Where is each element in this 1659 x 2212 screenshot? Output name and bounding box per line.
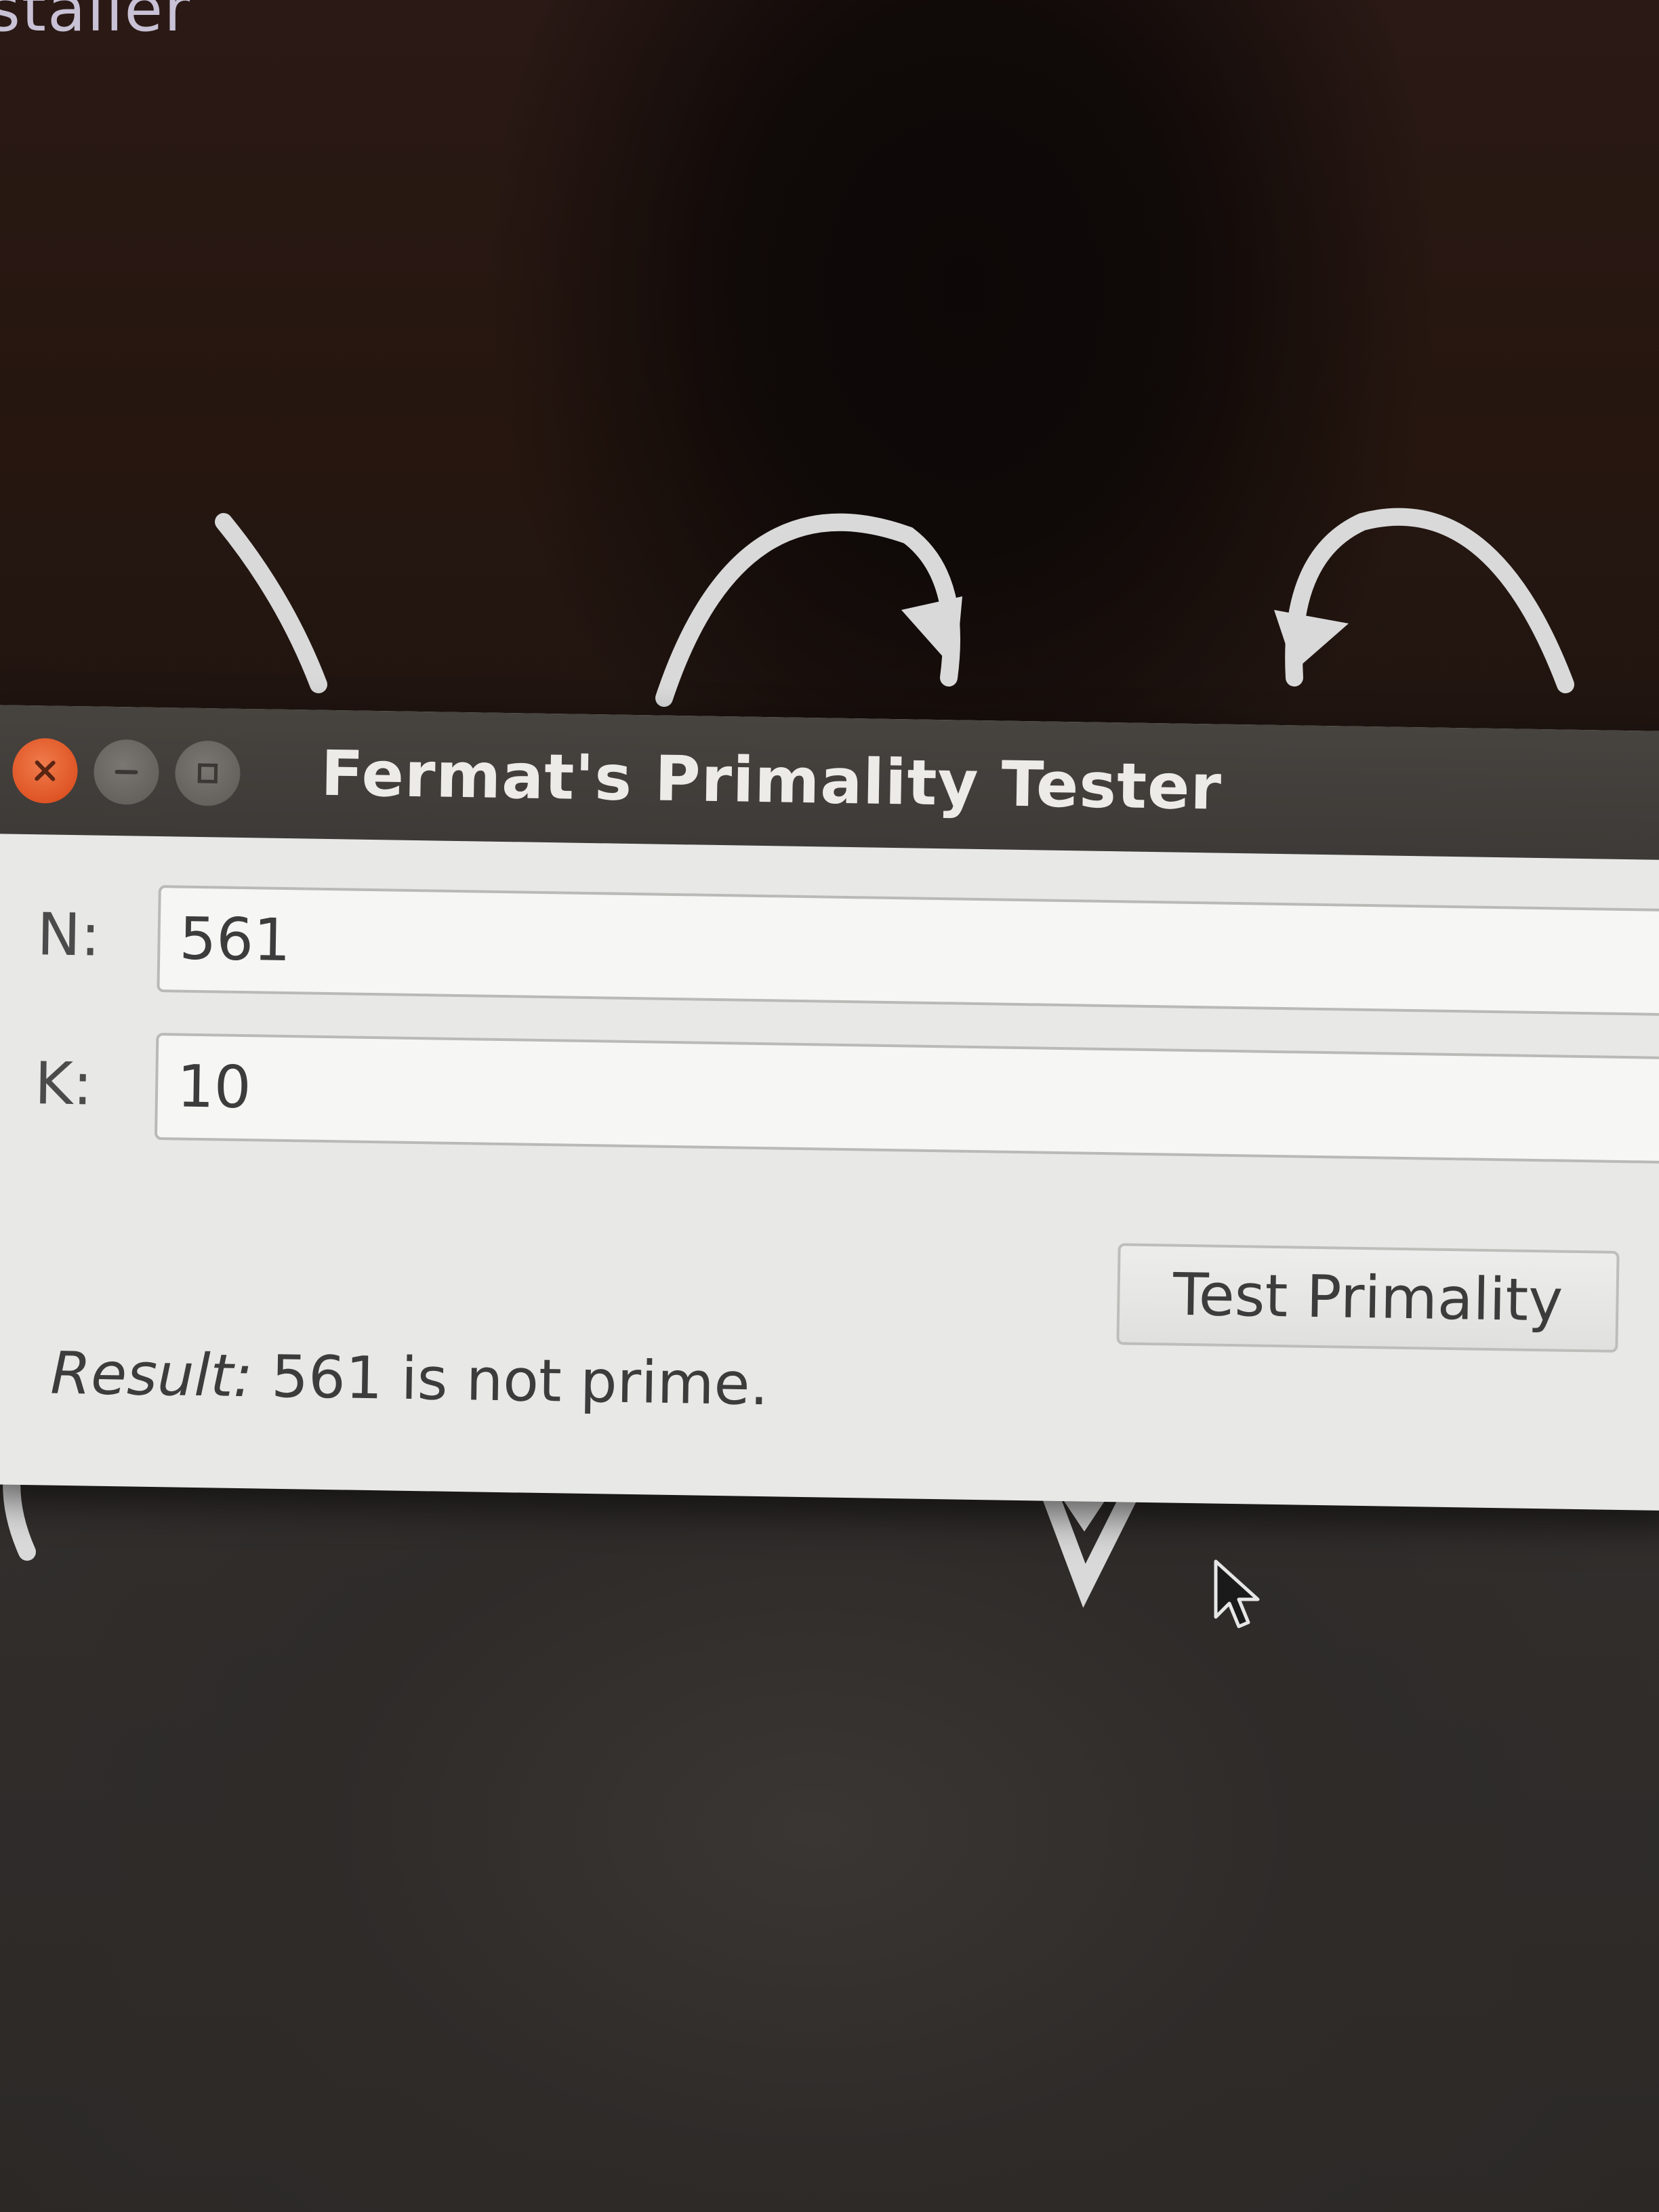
app-window: Fermat's Primality Tester N: K: Test Pri… xyxy=(0,705,1659,1511)
test-primality-button[interactable]: Test Primality xyxy=(1116,1243,1620,1353)
maximize-icon xyxy=(197,763,218,783)
n-label: N: xyxy=(36,901,101,970)
maximize-button[interactable] xyxy=(174,740,241,806)
result-text: 561 is not prime. xyxy=(252,1343,769,1419)
k-label: K: xyxy=(34,1050,94,1119)
close-icon xyxy=(35,760,56,781)
minimize-button[interactable] xyxy=(93,739,160,806)
window-content: N: K: Test Primality Result: 561 is not … xyxy=(0,834,1659,1511)
window-title: Fermat's Primality Tester xyxy=(320,737,1223,824)
result-label: Result: xyxy=(49,1339,253,1411)
mouse-pointer-icon xyxy=(1214,1559,1260,1629)
n-input[interactable] xyxy=(157,885,1659,1017)
result-row: Result: 561 is not prime. xyxy=(50,1340,769,1419)
minimize-icon xyxy=(115,770,138,775)
close-button[interactable] xyxy=(12,737,79,804)
k-input[interactable] xyxy=(154,1032,1659,1164)
desktop: staller Fermat's Primality Tester N: 561… xyxy=(0,0,1659,2212)
